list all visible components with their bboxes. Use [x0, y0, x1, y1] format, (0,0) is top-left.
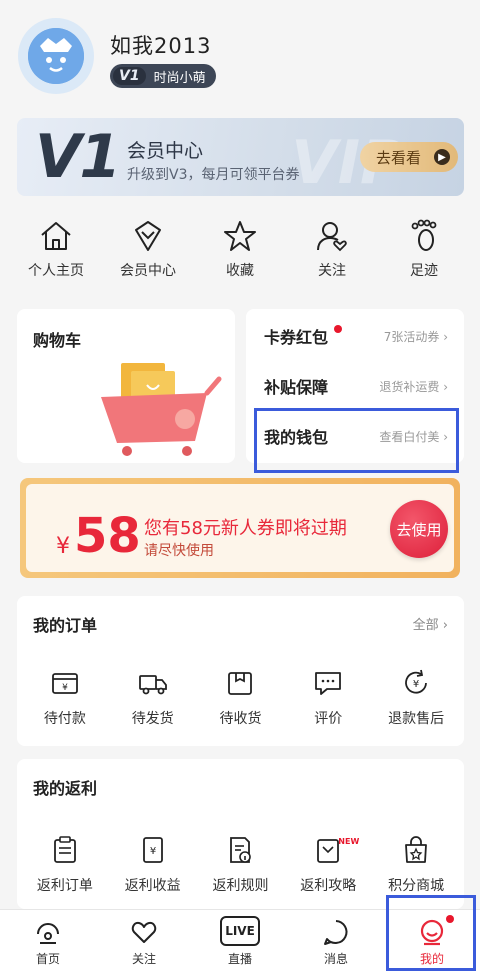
new-user-coupon-banner[interactable]: ¥ 58 您有58元新人券即将过期 请尽快使用 去使用	[20, 478, 460, 578]
quick-nav-label: 收藏	[226, 263, 254, 279]
tab-label: 关注	[131, 952, 156, 966]
live-icon: LIVE	[220, 916, 260, 946]
quick-nav-label: 足迹	[410, 263, 438, 279]
vip-level-label: V1	[35, 122, 121, 192]
order-item-label: 待收货	[219, 711, 262, 727]
home-icon	[41, 222, 71, 250]
rebate-item-label: 积分商城	[388, 878, 445, 894]
me-tab-highlight-box	[386, 895, 476, 971]
svg-text:¥: ¥	[62, 683, 68, 693]
cart-label: 购物车	[33, 331, 82, 350]
vip-title: 会员中心	[127, 140, 204, 162]
level-badge[interactable]: V1 时尚小萌	[110, 64, 216, 88]
vip-banner[interactable]: VIP V1 会员中心 升级到V3，每月可领平台券 去看看 ▶	[17, 118, 464, 196]
chat-icon	[324, 920, 348, 945]
tab-home[interactable]: 首页	[0, 910, 96, 975]
orders-all-link[interactable]: 全部 ›	[413, 614, 448, 633]
clipboard-icon	[53, 836, 76, 863]
svg-text:¥: ¥	[150, 846, 156, 857]
quick-nav-follow[interactable]: 关注	[292, 218, 372, 288]
coupon-inner: ¥ 58 您有58元新人券即将过期 请尽快使用 去使用	[26, 484, 454, 572]
profile-header: 如我2013 V1 时尚小萌	[0, 0, 480, 110]
tab-label: 消息	[323, 952, 348, 966]
order-item-label: 退款售后	[388, 711, 445, 727]
quick-nav-vip-center[interactable]: 会员中心	[108, 218, 188, 288]
coupon-amount: 58	[74, 508, 141, 564]
user-heart-icon	[317, 222, 347, 252]
rebate-item-label: 返利规则	[212, 878, 269, 894]
rebate-rules[interactable]: 返利规则	[198, 835, 282, 895]
order-item-label: 待付款	[43, 711, 86, 727]
vip-go-label: 去看看	[376, 148, 422, 167]
quick-nav-favorites[interactable]: 收藏	[200, 218, 280, 288]
quick-nav-label: 关注	[318, 263, 346, 279]
avatar-face-icon	[28, 28, 84, 84]
quick-nav-label: 个人主页	[28, 263, 84, 279]
quick-nav-profile[interactable]: 个人主页	[16, 218, 96, 288]
truck-icon	[138, 675, 167, 695]
order-pending-payment[interactable]: ¥ 待付款	[23, 668, 107, 728]
home-circle-icon	[37, 923, 59, 944]
order-pending-shipment[interactable]: 待发货	[111, 668, 195, 728]
my-rebates-card: 我的返利 返利订单 ¥ 返利收益 返利规则 NEW 返利攻略 积分商城	[17, 759, 464, 909]
shopping-bag-star-icon	[405, 836, 427, 863]
star-icon	[224, 221, 256, 251]
order-item-label: 评价	[314, 711, 343, 727]
tab-live[interactable]: LIVE 直播	[192, 910, 288, 975]
rebate-item-label: 返利订单	[36, 878, 93, 894]
cart-illustration-icon	[101, 363, 222, 456]
doc-info-icon	[230, 837, 252, 863]
refund-icon: ¥	[405, 669, 427, 694]
order-review[interactable]: 评价	[286, 668, 370, 728]
new-badge: NEW	[338, 837, 360, 846]
order-pending-receipt[interactable]: 待收货	[198, 668, 282, 728]
wallet-row-coupons[interactable]: 卡券红包 7张活动券 ›	[246, 311, 464, 361]
box-icon	[228, 672, 253, 695]
vip-go-button[interactable]: 去看看 ▶	[360, 142, 458, 172]
rebates-title: 我的返利	[33, 779, 98, 798]
wallet-row-label: 补贴保障	[264, 378, 329, 397]
quick-nav-footprint[interactable]: 足迹	[384, 218, 464, 288]
arrow-right-icon: ▶	[434, 149, 450, 165]
coupon-subtitle: 请尽快使用	[144, 543, 214, 559]
coupon-currency: ¥	[56, 534, 70, 559]
my-orders-card: 我的订单 全部 › ¥ 待付款 待发货 待收货 评价 ¥ 退款售后	[17, 596, 464, 746]
vip-subtitle: 升级到V3，每月可领平台券	[127, 167, 300, 183]
quick-nav: 个人主页 会员中心 收藏 关注 足迹	[0, 218, 480, 288]
wallet-row-info: 退货补运费 ›	[379, 379, 448, 394]
heart-icon	[131, 921, 157, 943]
shopping-cart-card[interactable]: 购物车	[17, 309, 235, 463]
notification-dot	[334, 325, 342, 333]
rebate-item-label: 返利收益	[124, 878, 181, 894]
tablet-yen-icon: ¥	[142, 837, 163, 863]
tab-follow[interactable]: 关注	[96, 910, 192, 975]
rebate-points-mall[interactable]: 积分商城	[374, 835, 458, 895]
wallet-row-subsidy[interactable]: 补贴保障 退货补运费 ›	[246, 361, 464, 411]
rebate-guide[interactable]: NEW 返利攻略	[286, 835, 370, 895]
rebate-orders[interactable]: 返利订单	[23, 835, 107, 895]
footprint-icon	[411, 219, 437, 251]
tab-messages[interactable]: 消息	[288, 910, 384, 975]
order-item-label: 待发货	[131, 711, 174, 727]
use-coupon-button[interactable]: 去使用	[390, 500, 448, 558]
tab-label: 直播	[227, 952, 252, 966]
comment-icon	[315, 672, 342, 695]
wallet-row-label: 卡券红包	[264, 328, 329, 347]
level-number: V1	[113, 67, 146, 85]
wallet-highlight-box	[254, 408, 459, 473]
avatar[interactable]	[18, 18, 94, 94]
orders-title: 我的订单	[33, 616, 98, 635]
level-title: 时尚小萌	[153, 70, 206, 86]
order-refund[interactable]: ¥ 退款售后	[374, 668, 458, 728]
rebate-earnings[interactable]: ¥ 返利收益	[111, 835, 195, 895]
rebate-item-label: 返利攻略	[300, 878, 357, 894]
coupon-title: 您有58元新人券即将过期	[144, 518, 347, 539]
svg-text:¥: ¥	[413, 679, 419, 690]
tab-label: 首页	[35, 952, 60, 966]
wallet-yen-icon: ¥	[51, 673, 78, 694]
username: 如我2013	[110, 34, 212, 58]
diamond-heart-icon	[135, 221, 161, 251]
quick-nav-label: 会员中心	[120, 263, 176, 279]
wallet-row-info: 7张活动券 ›	[383, 329, 448, 344]
